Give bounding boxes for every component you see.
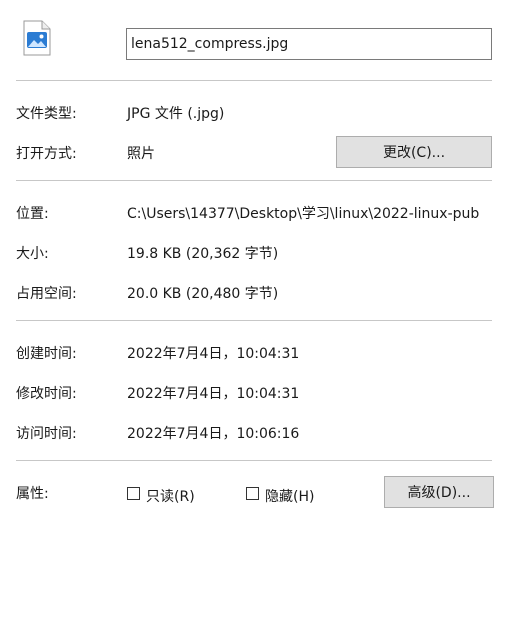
file-name-input[interactable] bbox=[126, 28, 492, 60]
location-label: 位置: bbox=[16, 206, 49, 222]
opens-with-label: 打开方式: bbox=[16, 146, 77, 162]
hidden-label[interactable]: 隐藏(H) bbox=[265, 486, 314, 506]
location-value: C:\Users\14377\Desktop\学习\linux\2022-lin… bbox=[127, 206, 480, 222]
accessed-label: 访问时间: bbox=[16, 426, 77, 442]
created-label: 创建时间: bbox=[16, 346, 77, 362]
advanced-button[interactable]: 高级(D)... bbox=[384, 476, 494, 508]
hidden-checkbox[interactable] bbox=[246, 487, 259, 500]
separator bbox=[16, 80, 492, 81]
size-on-disk-label: 占用空间: bbox=[16, 286, 77, 302]
file-type-label: 文件类型: bbox=[16, 106, 77, 122]
file-type-value: JPG 文件 (.jpg) bbox=[127, 106, 225, 122]
readonly-checkbox[interactable] bbox=[127, 487, 140, 500]
size-value: 19.8 KB (20,362 字节) bbox=[127, 246, 279, 262]
separator bbox=[16, 460, 492, 461]
attributes-label: 属性: bbox=[16, 486, 49, 502]
size-on-disk-value: 20.0 KB (20,480 字节) bbox=[127, 286, 279, 302]
change-button[interactable]: 更改(C)... bbox=[336, 136, 492, 168]
accessed-value: 2022年7月4日，10:06:16 bbox=[127, 426, 300, 442]
modified-value: 2022年7月4日，10:04:31 bbox=[127, 386, 300, 402]
modified-label: 修改时间: bbox=[16, 386, 77, 402]
size-label: 大小: bbox=[16, 246, 49, 262]
image-file-icon bbox=[22, 20, 52, 56]
separator bbox=[16, 180, 492, 181]
separator bbox=[16, 320, 492, 321]
created-value: 2022年7月4日，10:04:31 bbox=[127, 346, 300, 362]
opens-with-value: 照片 bbox=[127, 146, 155, 162]
readonly-label[interactable]: 只读(R) bbox=[146, 486, 195, 506]
